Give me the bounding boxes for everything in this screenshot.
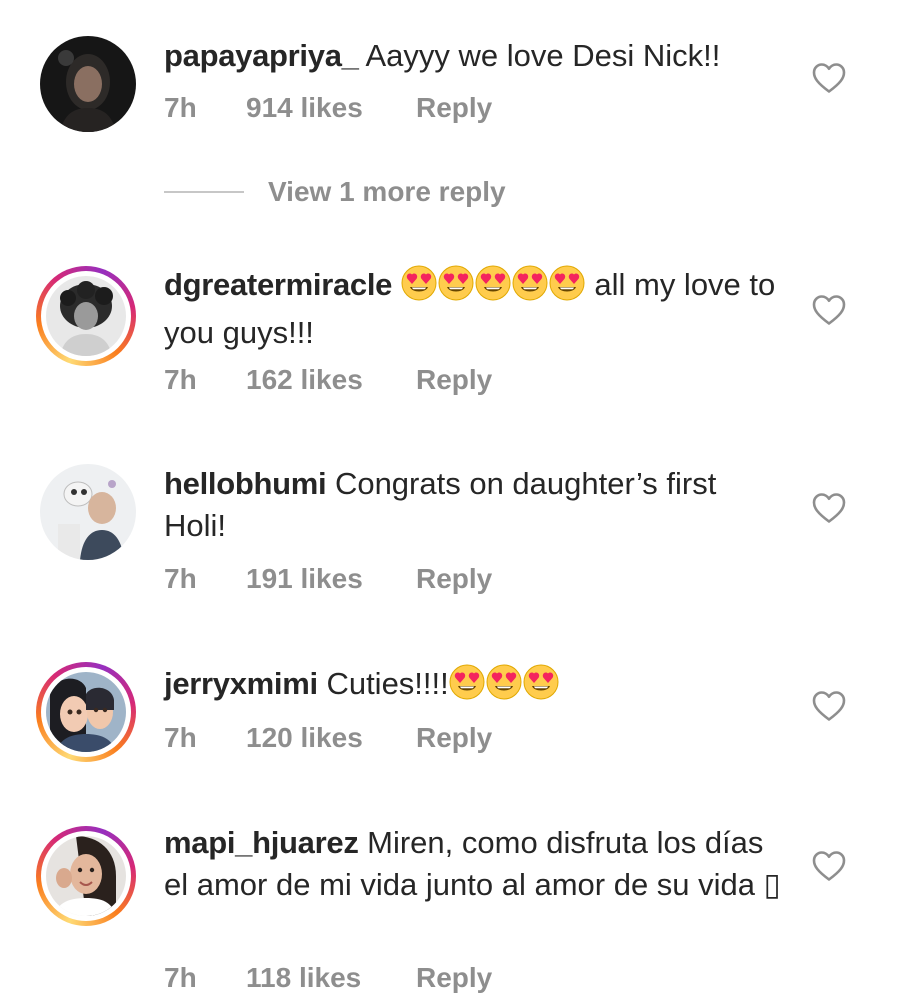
reply-button[interactable]: Reply	[416, 92, 492, 124]
unsupported-glyph: ▯	[763, 867, 781, 902]
reply-button[interactable]: Reply	[416, 563, 492, 595]
view-more-replies[interactable]: View 1 more reply	[164, 176, 664, 216]
comment-likes[interactable]: 118 likes	[246, 962, 361, 994]
avatar[interactable]	[40, 36, 136, 132]
reply-button[interactable]: Reply	[416, 962, 492, 994]
heart-eyes-emoji-icon	[549, 265, 585, 301]
view-more-replies-label[interactable]: View 1 more reply	[268, 176, 506, 208]
heart-outline-icon[interactable]	[812, 492, 846, 524]
avatar-story-ring[interactable]	[36, 266, 136, 366]
comment-text: mapi_hjuarez Miren, como disfruta los dí…	[164, 822, 784, 906]
avatar-photo	[46, 836, 126, 916]
avatar[interactable]	[40, 464, 136, 560]
heart-outline-icon[interactable]	[812, 850, 846, 882]
avatar-story-ring[interactable]	[36, 826, 136, 926]
heart-eyes-emoji-icon	[475, 265, 511, 301]
avatar-story-ring[interactable]	[36, 662, 136, 762]
comment-time[interactable]: 7h	[164, 563, 197, 595]
comment-text: dgreatermiracle all my love to you guys!…	[164, 264, 784, 354]
comment-time[interactable]: 7h	[164, 962, 197, 994]
avatar-photo	[46, 672, 126, 752]
comment-body: Cuties!!!!	[317, 666, 449, 701]
heart-outline-icon[interactable]	[812, 294, 846, 326]
heart-eyes-emoji-icon	[401, 265, 437, 301]
comment-likes[interactable]: 191 likes	[246, 563, 363, 595]
heart-outline-icon[interactable]	[812, 690, 846, 722]
heart-eyes-emoji-icon	[449, 664, 485, 700]
comment-text: papayapriya_ Aayyy we love Desi Nick!!	[164, 35, 784, 77]
reply-button[interactable]: Reply	[416, 364, 492, 396]
comment-username[interactable]: jerryxmimi	[164, 666, 318, 701]
comment-text: hellobhumi Congrats on daughter’s first …	[164, 463, 784, 547]
heart-eyes-emoji-icon	[523, 664, 559, 700]
comment-username[interactable]: papayapriya_	[164, 38, 359, 73]
heart-eyes-emoji-icon	[486, 664, 522, 700]
comment-body: Aayyy we love Desi Nick!!	[358, 38, 721, 73]
avatar-photo	[40, 36, 136, 132]
comment-time[interactable]: 7h	[164, 364, 197, 396]
reply-divider	[164, 191, 244, 193]
heart-eyes-emoji-icon	[512, 265, 548, 301]
heart-eyes-emoji-icon	[438, 265, 474, 301]
heart-outline-icon[interactable]	[812, 62, 846, 94]
comment-likes[interactable]: 162 likes	[246, 364, 363, 396]
comment-time[interactable]: 7h	[164, 92, 197, 124]
comment-username[interactable]: dgreatermiracle	[164, 267, 392, 302]
comment-likes[interactable]: 120 likes	[246, 722, 363, 754]
avatar-photo	[40, 464, 136, 560]
comment-username[interactable]: mapi_hjuarez	[164, 825, 359, 860]
comment-username[interactable]: hellobhumi	[164, 466, 327, 501]
emoji-group	[449, 664, 560, 711]
reply-button[interactable]: Reply	[416, 722, 492, 754]
comment-time[interactable]: 7h	[164, 722, 197, 754]
emoji-group	[401, 265, 586, 312]
avatar-photo	[46, 276, 126, 356]
comment-text: jerryxmimi Cuties!!!!	[164, 663, 784, 711]
comment-likes[interactable]: 914 likes	[246, 92, 363, 124]
